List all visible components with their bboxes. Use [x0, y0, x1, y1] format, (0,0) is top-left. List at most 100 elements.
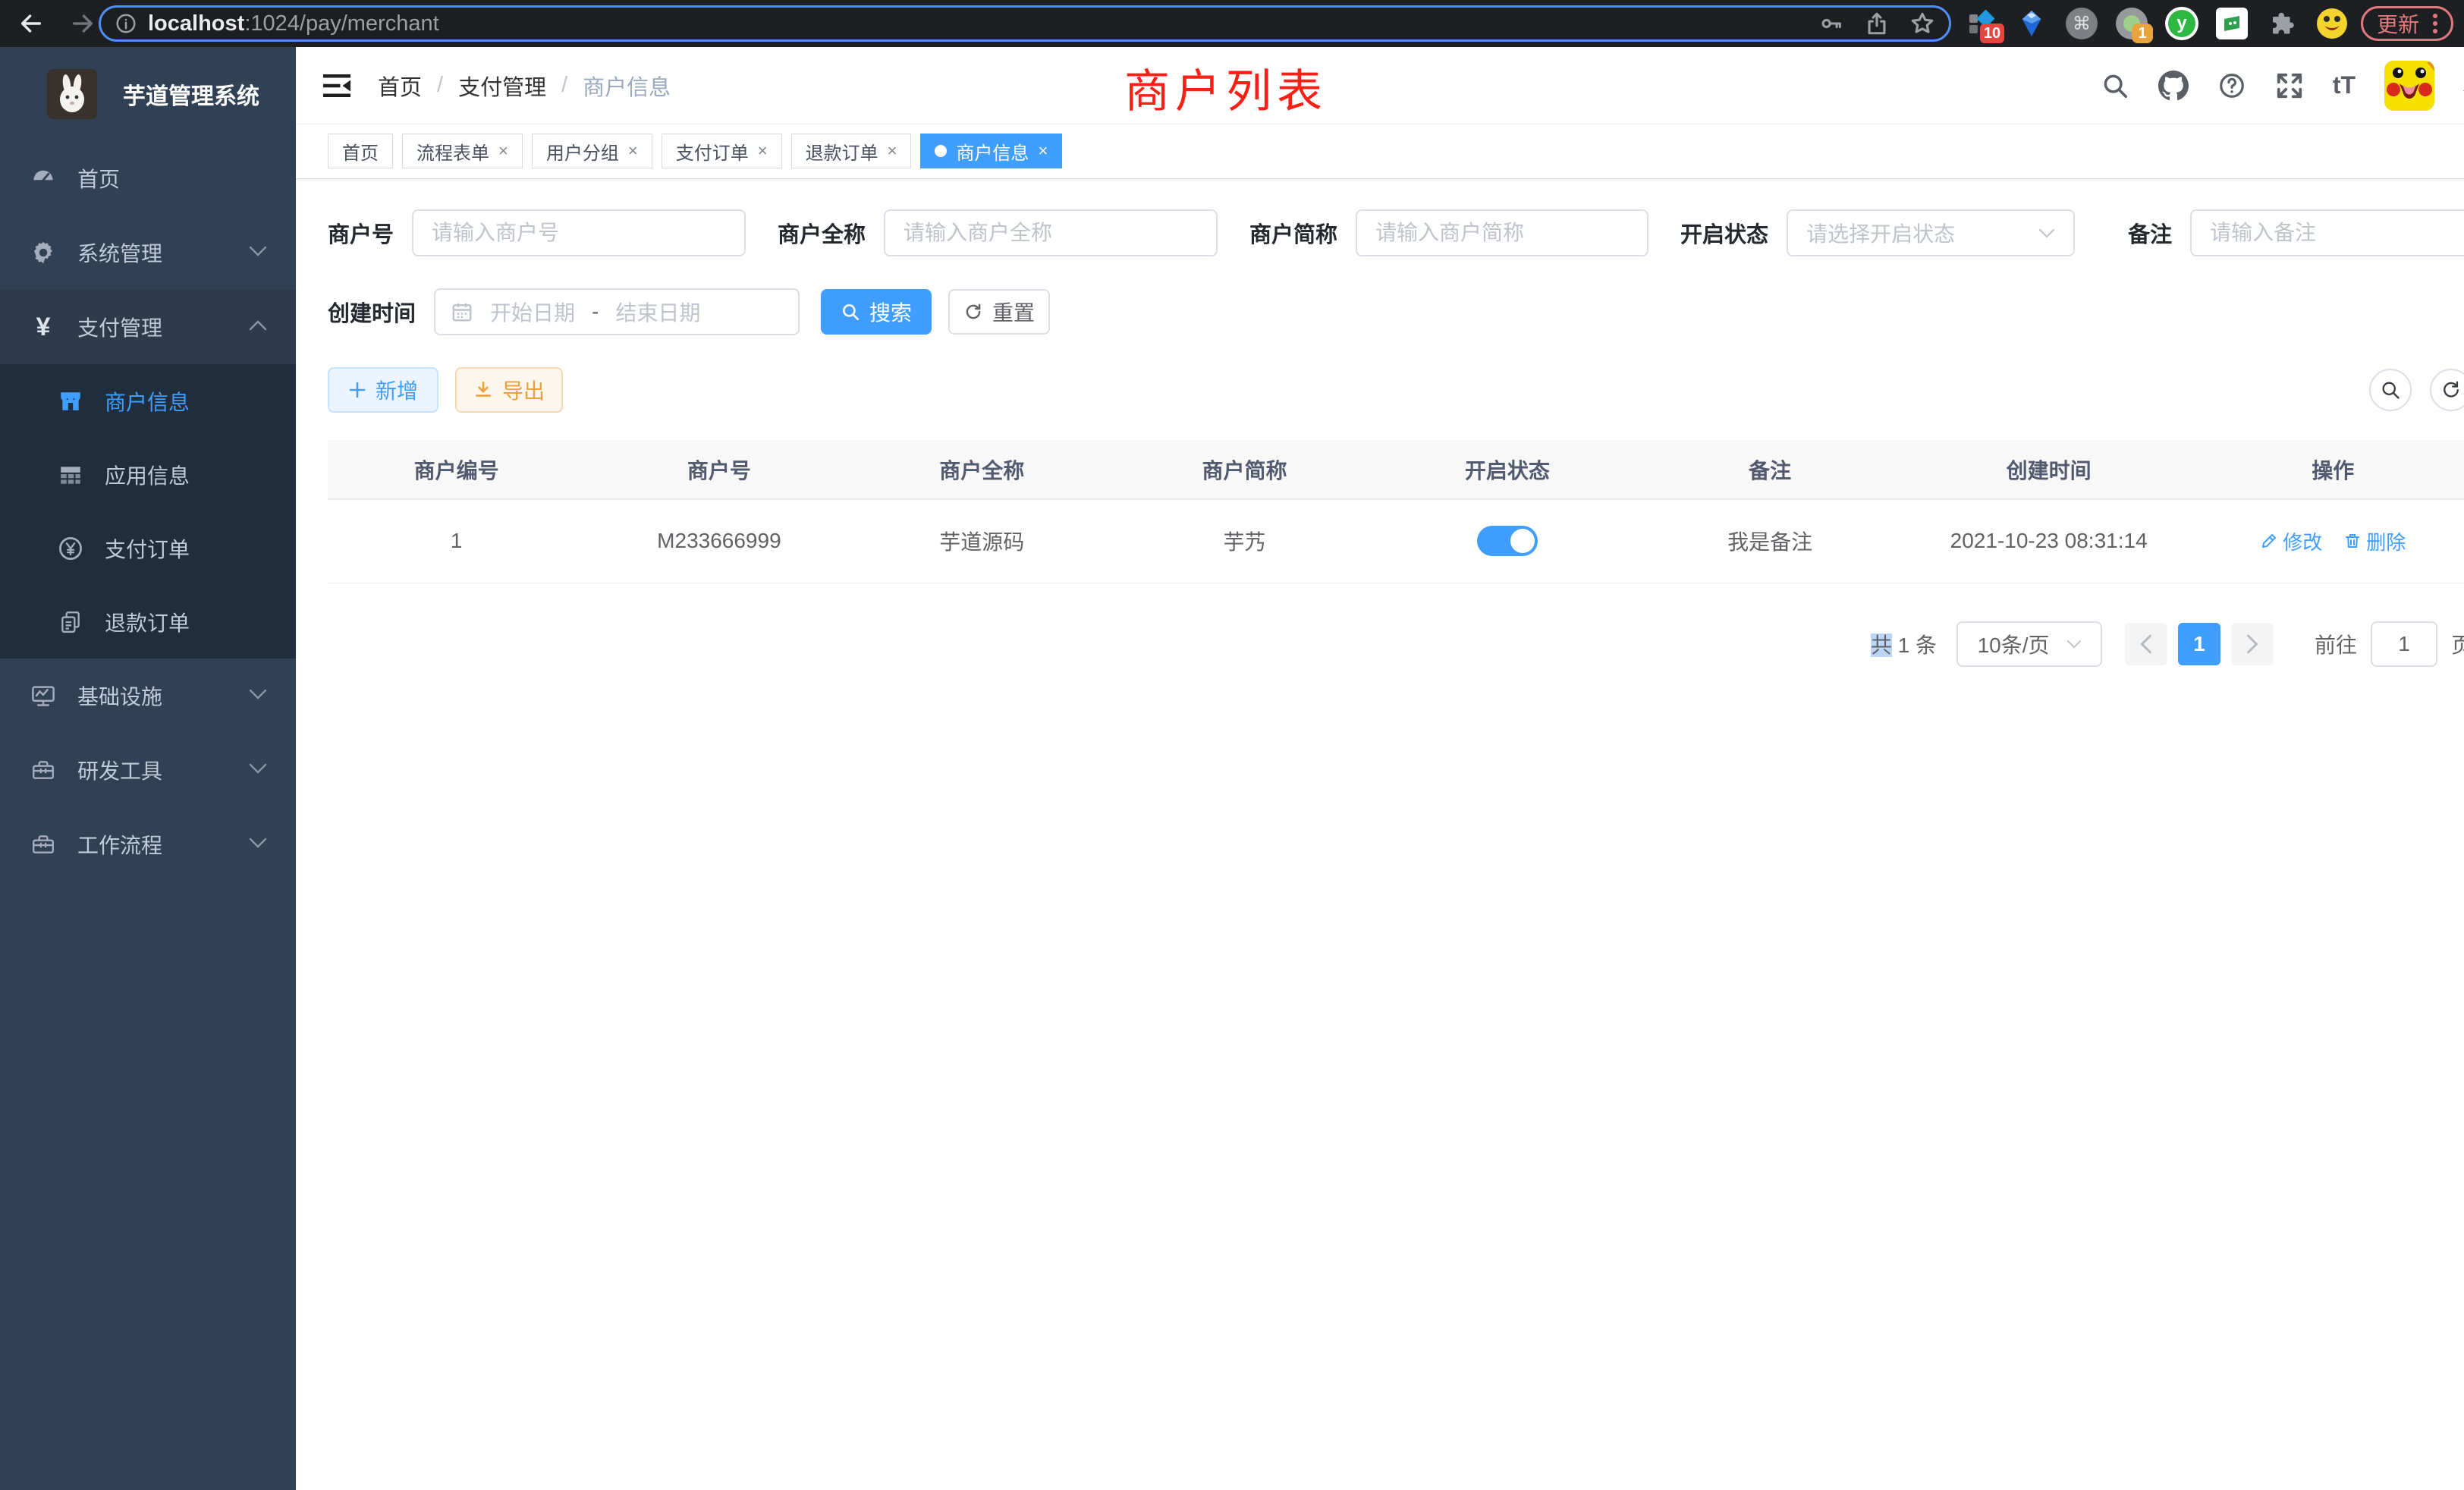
next-page-button[interactable] — [2231, 623, 2274, 665]
breadcrumb-payment[interactable]: 支付管理 — [458, 70, 546, 102]
browser-forward-icon[interactable] — [68, 9, 97, 38]
goto-page-input[interactable] — [2371, 621, 2437, 667]
export-button[interactable]: 导出 — [455, 367, 563, 413]
bookmark-star-icon[interactable] — [1909, 11, 1935, 36]
search-icon — [2380, 379, 2401, 401]
edit-link[interactable]: 修改 — [2260, 527, 2322, 555]
help-icon[interactable] — [2217, 71, 2246, 100]
password-key-icon[interactable] — [1818, 11, 1844, 36]
status-label: 开启状态 — [1680, 217, 1768, 249]
user-avatar[interactable] — [2384, 61, 2434, 111]
col-merchant-id: 商户编号 — [328, 440, 585, 499]
sidebar-item-infrastructure[interactable]: 基础设施 — [0, 659, 296, 733]
search-button[interactable]: 搜索 — [821, 289, 932, 335]
site-info-icon[interactable] — [115, 12, 137, 35]
tag-home[interactable]: 首页 — [328, 134, 393, 168]
url-text: localhost:1024/pay/merchant — [148, 11, 439, 36]
status-select[interactable]: 请选择开启状态 — [1787, 209, 2075, 256]
browser-back-icon[interactable] — [17, 9, 46, 38]
edit-pen-icon — [2260, 532, 2278, 550]
yen-icon: ¥ — [30, 313, 56, 342]
short-name-input[interactable] — [1356, 209, 1648, 256]
github-icon[interactable] — [2158, 71, 2189, 101]
remark-label: 备注 — [2128, 217, 2172, 249]
tag-user-group[interactable]: 用户分组× — [532, 134, 652, 168]
sidebar-collapse-icon[interactable] — [322, 72, 352, 99]
extension-chat-icon[interactable] — [2215, 7, 2249, 40]
col-status: 开启状态 — [1378, 440, 1636, 499]
sidebar-item-merchant-info[interactable]: 商户信息 — [0, 364, 296, 438]
close-icon[interactable]: × — [758, 141, 768, 161]
chevron-down-icon — [249, 838, 267, 852]
col-remark: 备注 — [1636, 440, 1903, 499]
goto-label: 前往 — [2315, 629, 2357, 659]
extension-badge-10: 10 — [1980, 24, 2004, 43]
sidebar-item-home[interactable]: 首页 — [0, 141, 296, 215]
sidebar-item-dev-tools[interactable]: 研发工具 — [0, 733, 296, 807]
cell-short-name: 芋艿 — [1111, 499, 1378, 583]
delete-link[interactable]: 删除 — [2343, 527, 2406, 555]
extensions-puzzle-icon[interactable] — [2265, 7, 2299, 40]
page-size-select[interactable]: 10条/页 — [1956, 621, 2102, 667]
top-navbar: 首页 / 支付管理 / 商户信息 tT — [296, 47, 2464, 124]
remark-input[interactable] — [2190, 209, 2464, 256]
range-separator: - — [592, 300, 599, 324]
active-dot-icon — [935, 145, 947, 157]
header-search-icon[interactable] — [2101, 71, 2129, 100]
extension-command-icon[interactable]: ⌘ — [2065, 7, 2098, 40]
full-name-input[interactable] — [884, 209, 1218, 256]
add-button[interactable]: 新增 — [328, 367, 438, 413]
sidebar-item-pay-order[interactable]: 支付订单 — [0, 511, 296, 585]
create-time-label: 创建时间 — [328, 296, 416, 328]
col-short-name: 商户简称 — [1111, 440, 1378, 499]
extension-badge-1: 1 — [2132, 24, 2153, 43]
extension-yuque-icon[interactable]: y — [2165, 7, 2198, 40]
extension-gem-icon[interactable] — [2015, 7, 2048, 40]
profile-emoji-icon[interactable] — [2315, 7, 2349, 40]
sidebar-item-payment[interactable]: ¥ 支付管理 — [0, 290, 296, 364]
tag-process-form[interactable]: 流程表单× — [402, 134, 523, 168]
status-toggle[interactable] — [1477, 526, 1538, 556]
extension-recorder-icon[interactable]: 1 — [2115, 7, 2148, 40]
monitor-icon — [30, 683, 56, 709]
cell-merchant-id: 1 — [328, 499, 585, 583]
close-icon[interactable]: × — [888, 141, 897, 161]
chevron-up-icon — [249, 320, 267, 335]
plus-icon — [348, 381, 366, 399]
browser-update-button[interactable]: 更新 — [2361, 6, 2453, 41]
chevron-right-icon — [2246, 634, 2258, 654]
toggle-search-button[interactable] — [2369, 369, 2412, 411]
close-icon[interactable]: × — [628, 141, 638, 161]
briefcase-icon — [30, 832, 56, 857]
prev-page-button[interactable] — [2125, 623, 2167, 665]
extension-tag-manager-icon[interactable]: 10 — [1965, 7, 1998, 40]
breadcrumb: 首页 / 支付管理 / 商户信息 — [378, 70, 671, 102]
address-bar[interactable]: localhost:1024/pay/merchant — [99, 5, 1951, 42]
table-row: 1 M233666999 芋道源码 芋艿 我是备注 2021-10-23 08:… — [328, 499, 2464, 583]
font-size-icon[interactable]: tT — [2333, 71, 2356, 99]
page-number-1[interactable]: 1 — [2178, 623, 2220, 665]
share-icon[interactable] — [1864, 11, 1890, 36]
tag-refund-order[interactable]: 退款订单× — [791, 134, 912, 168]
page-unit-label: 页 — [2451, 629, 2464, 659]
merchant-no-input[interactable] — [412, 209, 746, 256]
reset-button[interactable]: 重置 — [948, 289, 1050, 335]
close-icon[interactable]: × — [1038, 141, 1048, 161]
end-date-placeholder: 结束日期 — [615, 297, 700, 327]
create-time-range-picker[interactable]: 开始日期 - 结束日期 — [434, 288, 800, 335]
breadcrumb-current: 商户信息 — [583, 70, 671, 102]
sidebar-item-refund-order[interactable]: 退款订单 — [0, 585, 296, 659]
sidebar-item-app-info[interactable]: 应用信息 — [0, 438, 296, 511]
browser-menu-icon[interactable] — [2433, 14, 2437, 33]
sidebar-item-workflow[interactable]: 工作流程 — [0, 807, 296, 882]
sidebar: 芋道管理系统 首页 系统管理 ¥ 支付管理 — [0, 47, 296, 1490]
app-logo[interactable]: 芋道管理系统 — [0, 47, 296, 141]
tag-merchant-info[interactable]: 商户信息× — [920, 134, 1062, 168]
breadcrumb-home[interactable]: 首页 — [378, 70, 422, 102]
refresh-table-button[interactable] — [2430, 369, 2464, 411]
sidebar-item-system[interactable]: 系统管理 — [0, 215, 296, 290]
tag-pay-order[interactable]: 支付订单× — [662, 134, 782, 168]
close-icon[interactable]: × — [498, 141, 508, 161]
fullscreen-icon[interactable] — [2275, 71, 2304, 100]
chevron-left-icon — [2140, 634, 2152, 654]
